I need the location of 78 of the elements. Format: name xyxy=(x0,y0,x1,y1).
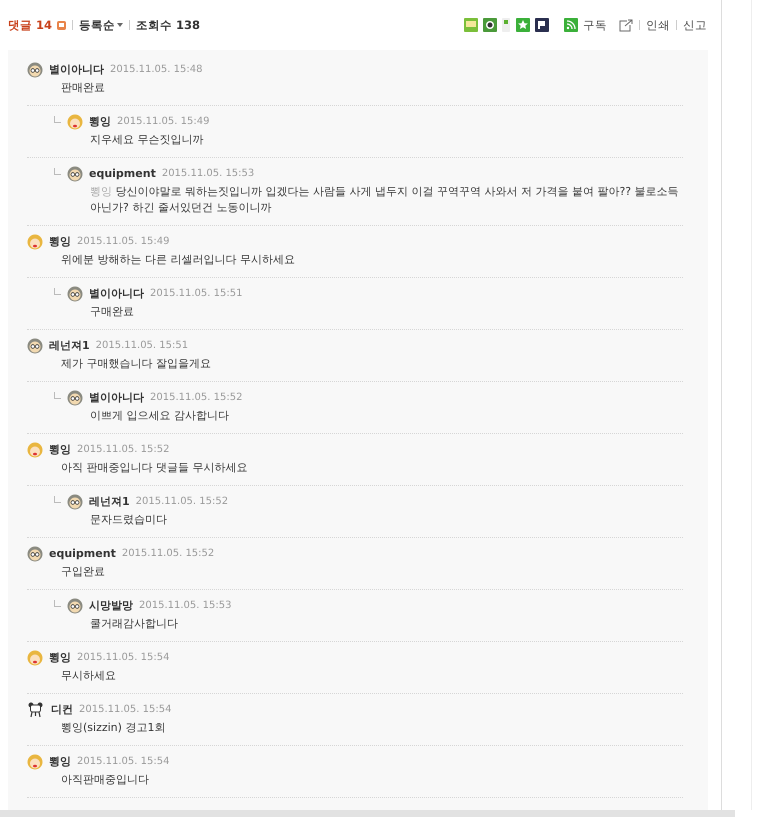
comment-author[interactable]: equipment xyxy=(89,167,156,180)
reply-corner-icon xyxy=(54,392,61,399)
comment-time: 2015.11.05. 15:52 xyxy=(122,548,214,559)
comment-text: 지우세요 무슨짓입니까 xyxy=(89,132,204,148)
avatar-icon xyxy=(27,338,43,354)
comment-author[interactable]: 뾩잉 xyxy=(49,234,71,249)
comment-author[interactable]: 레넌져1 xyxy=(89,494,130,509)
avatar-icon xyxy=(67,598,83,614)
comment-text: 이쁘게 입으세요 감사합니다 xyxy=(89,408,230,424)
comment-text: 구매완료 xyxy=(89,304,135,320)
avatar-icon xyxy=(27,650,43,666)
print-link[interactable]: 인쇄 xyxy=(646,18,670,32)
comment-time: 2015.11.05. 15:54 xyxy=(77,652,170,663)
share-icon[interactable] xyxy=(619,18,633,32)
view-count: 조회수 138 xyxy=(136,18,200,32)
comment-time: 2015.11.05. 15:53 xyxy=(139,600,232,611)
comment-author[interactable]: 별이아니다 xyxy=(49,62,104,77)
comment-time: 2015.11.05. 15:49 xyxy=(117,116,210,127)
comment-text: 쿨거래감사합니다 xyxy=(89,616,179,632)
comment-text: 아직판매중입니다 xyxy=(60,772,150,788)
comment-time: 2015.11.05. 15:52 xyxy=(150,392,242,403)
comment-text: 뾩잉 당신이야말로 뭐하는짓입니까 입겠다는 사람들 사게 냅두지 이걸 꾸역꾸역 사와서 저 가격을 붙여 팔아?? 불로소득아닌가? 하긴 줄서있던건 노동이니까 xyxy=(89,184,680,216)
comment-count[interactable]: 댓글 14 xyxy=(8,18,52,32)
comment-time: 2015.11.05. 15:52 xyxy=(136,496,228,507)
comment-text: 위에분 방해하는 다른 리셀러입니다 무시하세요 xyxy=(60,252,296,268)
reply-corner-icon xyxy=(54,496,61,503)
avatar-icon xyxy=(27,442,43,458)
report-link[interactable]: 신고 xyxy=(683,18,707,32)
comment-time: 2015.11.05. 15:49 xyxy=(77,236,170,247)
comment-author[interactable]: 뾩잉 xyxy=(49,442,71,457)
avatar-icon xyxy=(67,494,83,510)
bookmark-icon[interactable] xyxy=(535,18,549,32)
comment-text: 아직 판매중입니다 댓글들 무시하세요 xyxy=(60,460,248,476)
comment-author[interactable]: equipment xyxy=(49,547,116,560)
avatar-icon xyxy=(27,702,45,718)
comment-author[interactable]: 뾩잉 xyxy=(49,650,71,665)
reply-corner-icon xyxy=(54,116,61,123)
comment-time: 2015.11.05. 15:52 xyxy=(77,444,170,455)
comment-time: 2015.11.05. 15:51 xyxy=(150,288,242,299)
sort-dropdown[interactable]: 등록순 xyxy=(79,18,124,32)
reply-corner-icon xyxy=(54,168,61,175)
comment-text: 제가 구매했습니다 잘입을게요 xyxy=(60,356,212,372)
avatar-icon xyxy=(67,114,83,130)
star-icon[interactable] xyxy=(516,18,530,32)
comment-time: 2015.11.05. 15:51 xyxy=(96,340,188,351)
comment-time: 2015.11.05. 15:54 xyxy=(77,756,170,767)
subscribe-link[interactable]: 구독 xyxy=(583,18,607,32)
avatar-icon xyxy=(67,390,83,406)
comment-text: 구입완료 xyxy=(60,564,106,580)
comment-text: 문자드렸습미다 xyxy=(89,512,168,528)
scrollbar[interactable] xyxy=(0,810,735,817)
blog-icon[interactable] xyxy=(464,18,478,32)
comment-text: 무시하세요 xyxy=(60,668,117,684)
comment-text: 판매완료 xyxy=(60,80,106,96)
rss-icon[interactable] xyxy=(564,18,578,32)
comment-author[interactable]: 뾩잉 xyxy=(89,114,111,129)
avatar-icon xyxy=(27,546,43,562)
comment-author[interactable]: 뾩잉 xyxy=(49,754,71,769)
avatar-icon xyxy=(27,754,43,770)
comment-author[interactable]: 레넌져1 xyxy=(49,338,90,353)
comment-author[interactable]: 별이아니다 xyxy=(89,286,144,301)
caret-icon xyxy=(117,23,124,27)
comment-time: 2015.11.05. 15:53 xyxy=(162,168,254,179)
avatar-icon xyxy=(67,166,83,182)
comment-text: 뾩잉(sizzin) 경고1회 xyxy=(60,720,166,736)
rss-icon[interactable] xyxy=(57,20,66,30)
reply-corner-icon xyxy=(54,600,61,607)
avatar-icon xyxy=(27,62,43,78)
avatar-icon xyxy=(67,286,83,302)
comment-author[interactable]: 디컨 xyxy=(51,702,73,717)
comment-time: 2015.11.05. 15:48 xyxy=(110,64,202,75)
avatar-icon xyxy=(27,234,43,250)
circle-icon[interactable] xyxy=(483,18,497,32)
comment-author[interactable]: 시망발망 xyxy=(89,598,133,613)
comment-time: 2015.11.05. 15:54 xyxy=(79,704,172,715)
phone-icon[interactable] xyxy=(502,18,510,32)
comment-author[interactable]: 별이아니다 xyxy=(89,390,144,405)
reply-corner-icon xyxy=(54,288,61,295)
